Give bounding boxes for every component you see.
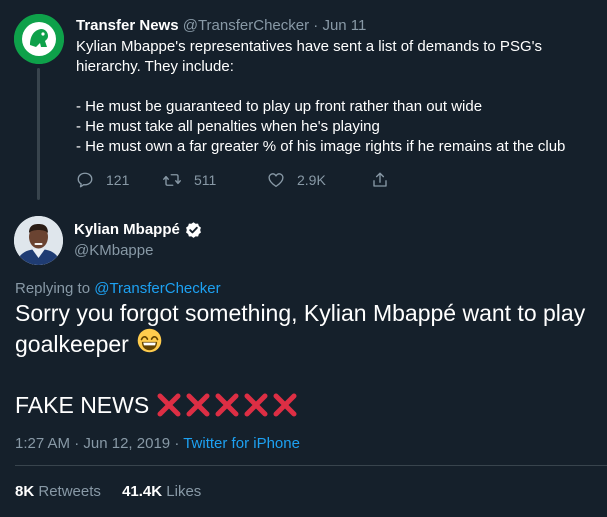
reply-count: 121: [106, 172, 130, 188]
cross-mark-emoji-icon: [244, 393, 268, 417]
share-button[interactable]: [371, 171, 389, 189]
cross-mark-emoji-icon: [215, 393, 239, 417]
retweet-button[interactable]: 511: [162, 171, 267, 189]
demand-item: - He must be guaranteed to play up front…: [76, 98, 483, 115]
cross-mark-emoji-icon: [186, 393, 210, 417]
tweet-timestamp-row: 1:27 AM · Jun 12, 2019 · Twitter for iPh…: [15, 434, 300, 454]
tweet-text-line: hierarchy. They include:: [76, 58, 234, 75]
share-icon: [373, 172, 387, 187]
retweet-count: 511: [194, 172, 217, 188]
profile-photo-icon: [14, 216, 63, 265]
parent-tweet[interactable]: Transfer News @TransferChecker · Jun 11 …: [76, 16, 596, 190]
tweet-text-line: Sorry you forgot something, Kylian Mbapp…: [15, 300, 586, 326]
fake-news-text: FAKE NEWS: [15, 392, 150, 418]
tweet-stats: 8K Retweets 41.4K Likes: [15, 482, 201, 502]
likes-label: Likes: [166, 483, 202, 500]
fake-news-line: FAKE NEWS: [15, 390, 300, 420]
lion-logo-icon: [14, 14, 64, 64]
tweet-text-line: Kylian Mbappe's representatives have sen…: [76, 38, 542, 55]
main-tweet-text: Sorry you forgot something, Kylian Mbapp…: [15, 298, 600, 360]
retweets-count: 8K: [15, 483, 35, 500]
parent-author-name[interactable]: Transfer News: [76, 17, 179, 34]
main-author-name[interactable]: Kylian Mbappé: [74, 220, 180, 240]
grinning-face-emoji-icon: [137, 328, 162, 360]
tweet-time[interactable]: 1:27 AM: [15, 435, 70, 452]
retweet-icon: [163, 174, 181, 186]
likes-count: 41.4K: [122, 483, 163, 500]
demand-item: - He must take all penalties when he's p…: [76, 118, 380, 135]
retweets-label: Retweets: [38, 483, 101, 500]
cross-mark-emoji-icon: [273, 393, 297, 417]
transfer-news-avatar[interactable]: [14, 14, 64, 64]
tweet-thread: Transfer News @TransferChecker · Jun 11 …: [0, 0, 607, 517]
cross-marks: [155, 391, 300, 419]
demand-item: - He must own a far greater % of his ima…: [76, 138, 566, 155]
parent-tweet-text: Kylian Mbappe's representatives have sen…: [76, 37, 596, 157]
parent-tweet-header: Transfer News @TransferChecker · Jun 11: [76, 16, 596, 36]
replying-to: Replying to @TransferChecker: [15, 279, 221, 299]
main-author-handle[interactable]: @KMbappe: [74, 241, 153, 261]
meta-separator: ·: [174, 435, 180, 452]
parent-author-handle[interactable]: @TransferChecker: [183, 17, 309, 34]
tweet-date[interactable]: Jun 12, 2019: [83, 435, 170, 452]
heart-icon: [268, 173, 284, 188]
likes-stat[interactable]: 41.4K Likes: [122, 483, 201, 500]
retweets-stat[interactable]: 8K Retweets: [15, 483, 105, 500]
cross-mark-emoji-icon: [157, 393, 181, 417]
reply-icon: [77, 172, 93, 188]
tweet-text-line: goalkeeper: [15, 331, 129, 357]
like-count: 2.9K: [297, 172, 326, 188]
verified-badge-icon: [184, 221, 203, 240]
parent-tweet-actions: 121 511 2.9K: [76, 170, 596, 190]
header-separator: ·: [313, 17, 319, 34]
meta-separator: ·: [74, 435, 80, 452]
main-author-name-row[interactable]: Kylian Mbappé: [74, 220, 203, 240]
kylian-mbappe-avatar[interactable]: [14, 216, 63, 265]
replying-prefix: Replying to: [15, 280, 91, 297]
replying-handle-link[interactable]: @TransferChecker: [94, 280, 220, 297]
reply-button[interactable]: 121: [76, 171, 162, 189]
thread-connector-line: [37, 68, 40, 200]
like-button[interactable]: 2.9K: [267, 171, 371, 189]
tweet-text-line-2: goalkeeper: [15, 328, 600, 360]
parent-tweet-date[interactable]: Jun 11: [322, 17, 366, 34]
divider: [15, 465, 607, 466]
client-link[interactable]: Twitter for iPhone: [183, 435, 300, 452]
